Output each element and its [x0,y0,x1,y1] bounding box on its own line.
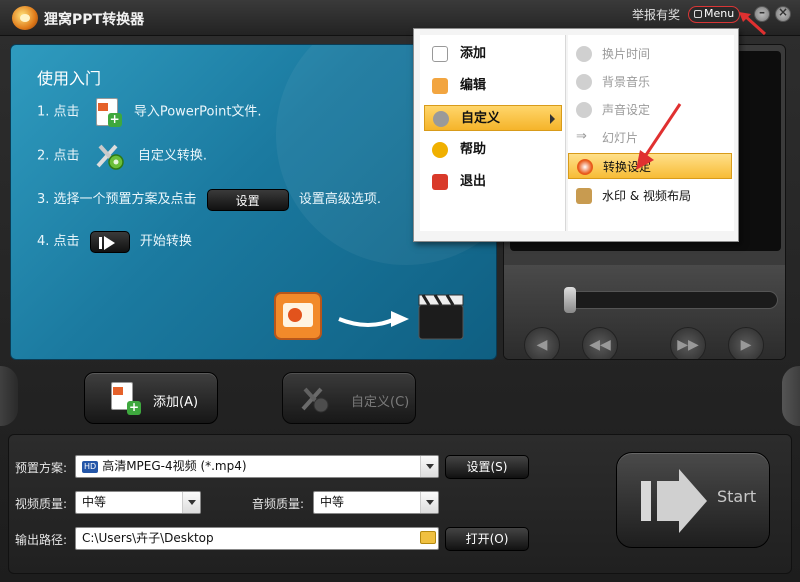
guide-step-1: 1. 点击 + 导入PowerPoint文件. [37,97,262,127]
chevron-down-icon [182,492,200,513]
app-logo-icon [12,6,38,30]
annotation-arrow-icon [739,12,767,36]
step2-prefix: 2. 点击 [37,148,80,164]
prev-frame-icon[interactable]: ◀ [524,327,560,359]
add-doc-icon [432,46,448,62]
fast-forward-icon[interactable]: ▶▶ [670,327,706,359]
video-quality-select[interactable]: 中等 [75,491,201,514]
tools-icon [301,387,329,413]
arrow-icon: ⇒ [576,129,587,144]
menu-button[interactable]: Menu [688,6,741,23]
menu-item-help[interactable]: 帮助 [424,137,562,163]
next-frame-icon[interactable]: ▶ [728,327,764,359]
menu-item-label: 自定义 [461,111,501,126]
submenu-item-label: 换片时间 [602,47,651,61]
timer-icon [576,46,592,62]
preset-value: 高清MPEG-4视频 (*.mp4) [102,459,247,473]
step4-prefix: 4. 点击 [37,234,80,249]
start-button[interactable]: Start [616,452,770,548]
menu-button-label: Menu [704,7,735,20]
menu-item-add[interactable]: 添加 [424,41,562,67]
open-folder-button[interactable]: 打开(O) [445,527,529,551]
help-icon [432,142,448,158]
preset-select[interactable]: HD 高清MPEG-4视频 (*.mp4) [75,455,439,478]
close-button[interactable] [775,5,791,22]
menu-item-label: 帮助 [460,142,487,157]
seek-slider[interactable] [564,291,778,309]
submenu-item-watermark-layout[interactable]: 水印 & 视频布局 [568,183,732,209]
menu-item-custom[interactable]: 自定义 [424,105,562,131]
music-icon [576,74,592,90]
step1-suffix: 导入PowerPoint文件. [133,104,262,120]
guide-step-2: 2. 点击 自定义转换. [37,140,207,170]
settings-chip: 设置 [206,188,289,211]
start-button-label: Start [717,487,757,506]
context-menu: 添加 编辑 自定义 帮助 退出 换片时间 背景音乐 声音设定 ⇒ 幻灯片 转换设… [413,28,739,242]
chevron-down-icon [420,492,438,513]
app-window: 狸窝PPT转换器 举报有奖 Menu 使用入门 1. 点击 + 导入PowerP… [0,0,800,582]
output-path-value: C:\Users\卉子\Desktop [82,531,214,545]
step1-prefix: 1. 点击 [37,104,80,120]
report-link[interactable]: 举报有奖 [632,6,680,23]
video-quality-label: 视频质量: [15,497,68,511]
submenu-item-label: 水印 & 视频布局 [602,189,691,203]
tools-icon [96,144,124,170]
guide-step-4: 4. 点击 开始转换 [37,227,192,257]
step4-suffix: 开始转换 [139,234,192,249]
app-title: 狸窝PPT转换器 [44,12,145,28]
add-button[interactable]: + 添加(A) [84,372,218,424]
audio-quality-value: 中等 [320,495,345,509]
exit-icon [432,174,448,190]
rewind-icon[interactable]: ◀◀ [582,327,618,359]
submenu-item-label: 背景音乐 [602,75,651,89]
guide-title: 使用入门 [37,69,102,88]
start-arrow-icon [641,469,707,533]
menu-item-label: 添加 [460,46,487,61]
output-path-input[interactable]: C:\Users\卉子\Desktop [75,527,439,550]
step3-suffix: 设置高级选项. [298,192,381,207]
preset-settings-button[interactable]: 设置(S) [445,455,529,479]
add-doc-icon: + [107,381,141,415]
annotation-arrow-icon [636,103,682,170]
seek-slider-handle[interactable] [564,287,576,313]
chevron-down-icon [420,456,438,477]
start-chip-icon [89,230,130,253]
folder-icon[interactable] [420,531,436,544]
context-menu-main: 添加 编辑 自定义 帮助 退出 [420,35,566,231]
gear-icon [433,111,449,127]
menu-icon [694,10,702,18]
hd-badge-icon: HD [82,461,99,473]
side-knob-right [782,366,800,426]
edit-icon [432,78,448,94]
add-doc-icon: + [92,97,122,127]
submenu-arrow-icon [550,114,555,124]
guide-step-3: 3. 选择一个预置方案及点击 设置 设置高级选项. [37,185,381,215]
audio-quality-label: 音频质量: [252,497,305,511]
audio-quality-select[interactable]: 中等 [313,491,439,514]
preset-label: 预置方案: [15,461,68,475]
menu-item-edit[interactable]: 编辑 [424,73,562,99]
menu-item-exit[interactable]: 退出 [424,169,562,195]
preview-controls: ◀ ◀◀ ▶▶ ▶ [504,265,785,359]
submenu-item-slide-timing[interactable]: 换片时间 [568,41,732,67]
convert-icon [577,159,593,175]
menu-item-label: 编辑 [460,78,487,93]
output-path-label: 输出路径: [15,533,68,547]
custom-button-label: 自定义(C) [351,395,410,410]
watermark-icon [576,188,592,204]
custom-button[interactable]: 自定义(C) [282,372,416,424]
menu-item-label: 退出 [460,174,487,189]
ppt-to-video-illustration-icon [274,292,464,340]
add-button-label: 添加(A) [153,395,199,410]
submenu-item-background-music[interactable]: 背景音乐 [568,69,732,95]
side-knob-left [0,366,18,426]
step2-suffix: 自定义转换. [137,148,207,164]
step3-prefix: 3. 选择一个预置方案及点击 [37,192,197,207]
video-quality-value: 中等 [82,495,107,509]
sound-icon [576,102,592,118]
